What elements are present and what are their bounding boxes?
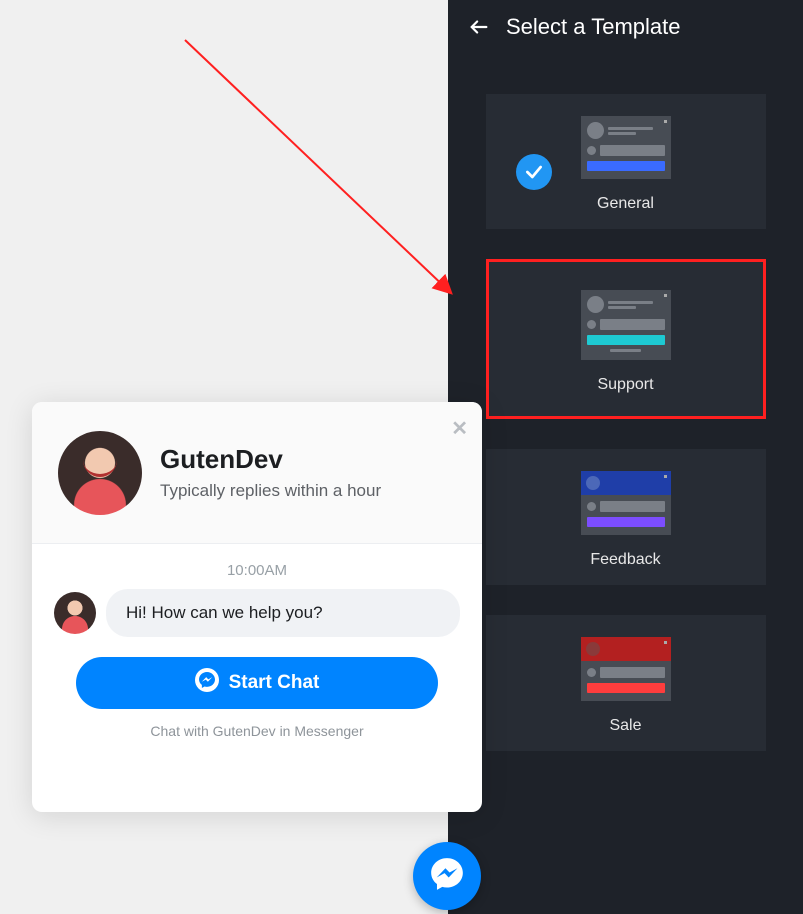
message-timestamp: 10:00AM xyxy=(54,562,460,579)
template-panel: Select a Template General Support Feedback… xyxy=(448,0,803,914)
panel-header: Select a Template xyxy=(448,0,803,54)
messenger-icon xyxy=(428,855,466,898)
messenger-fab[interactable] xyxy=(413,842,481,910)
start-chat-button[interactable]: Start Chat xyxy=(76,657,438,709)
template-thumbnail xyxy=(581,290,671,360)
chat-header: GutenDev Typically replies within a hour… xyxy=(32,402,482,544)
template-label: Sale xyxy=(609,717,641,735)
avatar xyxy=(58,431,142,515)
chat-subtitle: Typically replies within a hour xyxy=(160,481,381,501)
messenger-icon xyxy=(195,668,219,698)
template-list: General Support Feedback Sale xyxy=(448,54,803,761)
template-card-support[interactable]: Support xyxy=(486,259,766,419)
message-bubble: Hi! How can we help you? xyxy=(106,589,460,637)
chat-widget: GutenDev Typically replies within a hour… xyxy=(32,402,482,812)
chat-title: GutenDev xyxy=(160,444,381,475)
chat-body: 10:00AM Hi! How can we help you? Start C… xyxy=(32,544,482,749)
template-card-general[interactable]: General xyxy=(486,94,766,229)
template-thumbnail xyxy=(581,637,671,701)
panel-title: Select a Template xyxy=(506,14,680,40)
template-label: Support xyxy=(597,376,653,394)
template-thumbnail xyxy=(581,471,671,535)
template-card-sale[interactable]: Sale xyxy=(486,615,766,751)
start-chat-label: Start Chat xyxy=(229,672,320,694)
template-label: General xyxy=(597,195,654,213)
message-row: Hi! How can we help you? xyxy=(54,589,460,637)
back-arrow-icon[interactable] xyxy=(468,16,490,38)
template-label: Feedback xyxy=(590,551,660,569)
template-card-feedback[interactable]: Feedback xyxy=(486,449,766,585)
selected-check-icon xyxy=(516,154,552,190)
close-icon[interactable]: ✕ xyxy=(451,416,468,441)
chat-footer: Chat with GutenDev in Messenger xyxy=(54,723,460,739)
template-thumbnail xyxy=(581,116,671,179)
avatar-small xyxy=(54,592,96,634)
